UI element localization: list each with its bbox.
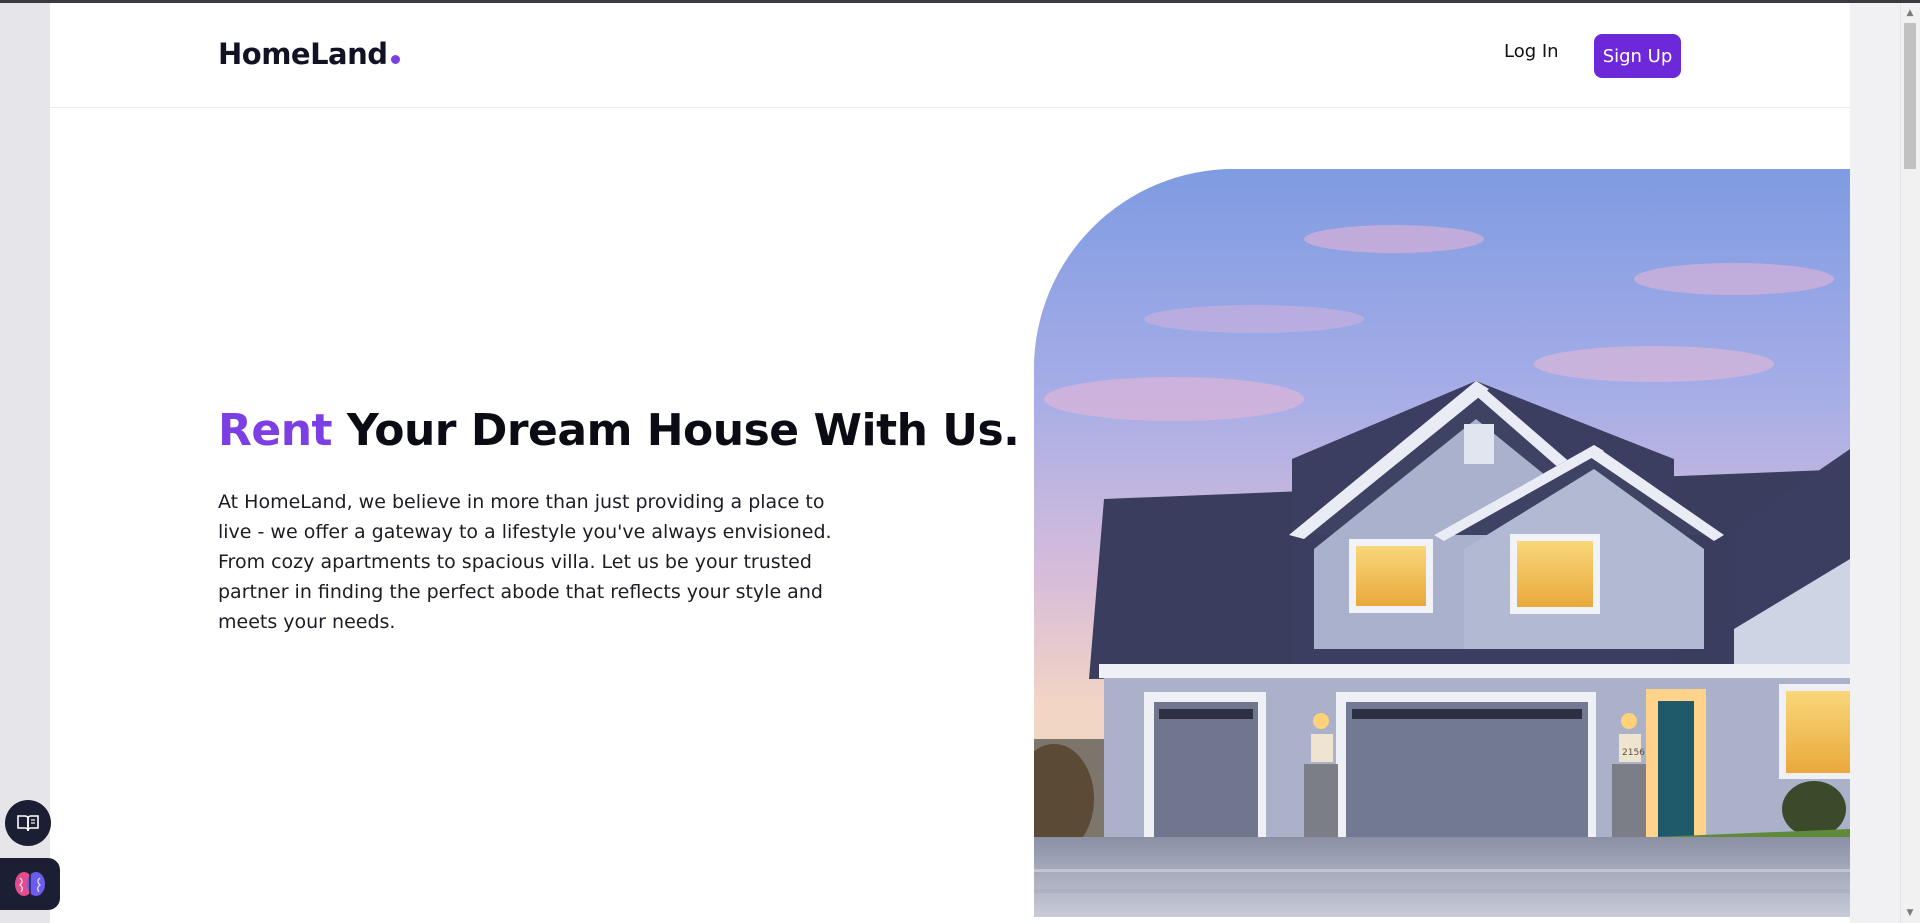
brand-logo[interactable]: HomeLand: [218, 37, 400, 71]
page: HomeLand Log In Sign Up Rent Your Dream …: [50, 3, 1850, 923]
scrollbar-thumb[interactable]: [1904, 23, 1916, 169]
reader-button[interactable]: [5, 800, 51, 846]
brain-icon: [15, 872, 45, 896]
house-number: 2156: [1622, 748, 1645, 758]
hero-house-image: 2156: [1034, 169, 1850, 917]
site-header: HomeLand Log In Sign Up: [50, 3, 1850, 108]
left-gutter: [0, 3, 50, 923]
scrollbar-area: ▲ ▼: [1850, 3, 1920, 923]
hero-title: Rent Your Dream House With Us.: [218, 405, 1020, 456]
brand-name: HomeLand: [218, 37, 388, 71]
signup-button[interactable]: Sign Up: [1594, 34, 1681, 78]
hero-title-accent: Rent: [218, 405, 333, 456]
open-book-icon: [17, 815, 39, 832]
scroll-down-arrow-icon[interactable]: ▼: [1904, 907, 1916, 919]
ai-assistant-button[interactable]: [0, 858, 60, 910]
house-illustration: 2156: [1034, 169, 1850, 917]
scroll-up-arrow-icon[interactable]: ▲: [1904, 7, 1916, 19]
logo-dot-icon: [390, 55, 400, 64]
hero-description: At HomeLand, we believe in more than jus…: [218, 491, 832, 633]
login-link[interactable]: Log In: [1504, 41, 1559, 62]
hero-title-rest: Your Dream House With Us.: [346, 405, 1020, 456]
